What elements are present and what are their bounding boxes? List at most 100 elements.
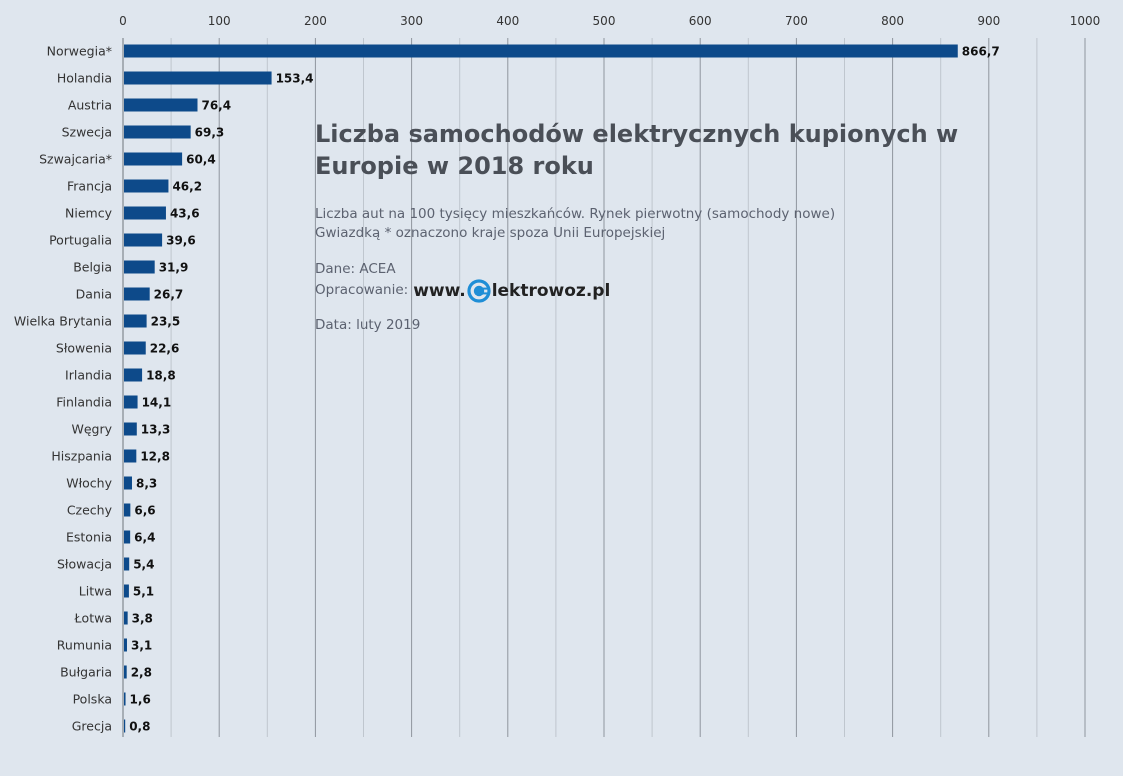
bar <box>124 98 198 112</box>
x-tick-label: 800 <box>881 14 904 28</box>
x-tick-label: 900 <box>977 14 1000 28</box>
value-label: 43,6 <box>170 207 200 221</box>
value-label: 5,1 <box>133 585 154 599</box>
category-label: Hiszpania <box>51 449 112 464</box>
value-label: 6,4 <box>134 531 155 545</box>
category-label: Irlandia <box>65 368 112 383</box>
x-axis-ticks: 0 100 200 300 400 500 600 700 800 900 1000 <box>119 14 1100 28</box>
subtitle-line: Liczba aut na 100 tysięcy mieszkańców. R… <box>315 205 836 222</box>
value-label: 13,3 <box>141 423 171 437</box>
category-label: Holandia <box>57 71 112 86</box>
bar <box>124 503 131 517</box>
value-label: 3,1 <box>131 639 152 653</box>
value-label: 22,6 <box>150 342 180 356</box>
brand-www: www. <box>413 280 466 301</box>
bar <box>124 287 150 301</box>
bar <box>124 530 131 544</box>
publication-date: Data: luty 2019 <box>315 316 421 333</box>
bar <box>124 233 163 247</box>
bar <box>124 476 132 490</box>
bar <box>124 719 126 733</box>
value-label: 3,8 <box>132 612 153 626</box>
category-label: Austria <box>68 98 112 113</box>
bar <box>124 71 272 85</box>
bar <box>124 206 166 220</box>
bar <box>124 125 191 139</box>
category-label: Norwegia* <box>47 44 112 59</box>
category-label: Portugalia <box>49 233 112 248</box>
info-panel: Liczba samochodów elektrycznych kupionyc… <box>315 118 1035 335</box>
bar <box>124 314 147 328</box>
category-label: Szwajcaria* <box>39 152 112 167</box>
bar <box>124 44 958 58</box>
bar <box>124 368 143 382</box>
x-tick-label: 100 <box>208 14 231 28</box>
bar <box>124 584 129 598</box>
bar <box>124 260 155 274</box>
x-tick-label: 500 <box>593 14 616 28</box>
bar <box>124 179 169 193</box>
date-block: Data: luty 2019 <box>315 316 1035 335</box>
subtitle-block: Liczba aut na 100 tysięcy mieszkańców. R… <box>315 205 1035 243</box>
bar <box>124 692 126 706</box>
bar <box>124 395 138 409</box>
bar <box>124 557 130 571</box>
category-label: Francja <box>67 179 112 194</box>
value-label: 2,8 <box>131 666 152 680</box>
bar <box>124 611 128 625</box>
category-label: Węgry <box>71 422 112 437</box>
value-label: 5,4 <box>133 558 154 572</box>
value-label: 1,6 <box>130 693 151 707</box>
x-tick-label: 1000 <box>1070 14 1101 28</box>
category-label: Bułgaria <box>60 665 112 680</box>
x-tick-label: 300 <box>400 14 423 28</box>
category-label: Niemcy <box>65 206 113 221</box>
value-label: 6,6 <box>134 504 155 518</box>
bar <box>124 422 137 436</box>
bar <box>124 152 183 166</box>
category-label: Wielka Brytania <box>14 314 112 329</box>
value-label: 14,1 <box>142 396 172 410</box>
credit-line: Opracowanie: www. lektrowoz.pl <box>315 279 1035 303</box>
brand-name: lektrowoz.pl <box>491 280 611 301</box>
chart-title: Liczba samochodów elektrycznych kupionyc… <box>315 120 959 181</box>
category-label: Belgia <box>73 260 112 275</box>
category-label: Estonia <box>66 530 112 545</box>
value-label: 18,8 <box>146 369 176 383</box>
bar <box>124 449 137 463</box>
category-label: Włochy <box>66 476 112 491</box>
value-label: 60,4 <box>186 153 216 167</box>
category-label: Rumunia <box>57 638 112 653</box>
x-tick-label: 0 <box>119 14 127 28</box>
value-label: 26,7 <box>154 288 184 302</box>
value-label: 153,4 <box>276 72 314 86</box>
value-label: 23,5 <box>151 315 181 329</box>
bar <box>124 638 127 652</box>
category-label: Słowacja <box>57 557 112 572</box>
x-tick-label: 700 <box>785 14 808 28</box>
category-label: Szwecja <box>62 125 112 140</box>
value-label: 31,9 <box>159 261 189 275</box>
x-tick-label: 200 <box>304 14 327 28</box>
data-source: Dane: ACEA <box>315 260 396 277</box>
plug-logo-icon <box>467 279 491 303</box>
value-label: 866,7 <box>962 45 1000 59</box>
credit-prefix: Opracowanie: <box>315 282 409 299</box>
chart-root: 0 100 200 300 400 500 600 700 800 900 1000 Norwegi… <box>0 0 1123 776</box>
category-label: Dania <box>76 287 112 302</box>
value-label: 0,8 <box>129 720 150 734</box>
category-label: Finlandia <box>56 395 112 410</box>
category-label: Łotwa <box>74 611 112 626</box>
value-label: 12,8 <box>140 450 170 464</box>
value-label: 8,3 <box>136 477 157 491</box>
bar-chart: 0 100 200 300 400 500 600 700 800 900 1000 Norwegi… <box>14 14 1100 737</box>
source-block: Dane: ACEA Opracowanie: www. lektrowoz.p… <box>315 260 1035 303</box>
value-label: 76,4 <box>201 99 231 113</box>
bar <box>124 665 127 679</box>
bar <box>124 341 146 355</box>
category-label: Słowenia <box>56 341 112 356</box>
value-label: 39,6 <box>166 234 196 248</box>
category-label: Polska <box>73 692 112 707</box>
category-label: Litwa <box>79 584 112 599</box>
category-label: Czechy <box>67 503 113 518</box>
